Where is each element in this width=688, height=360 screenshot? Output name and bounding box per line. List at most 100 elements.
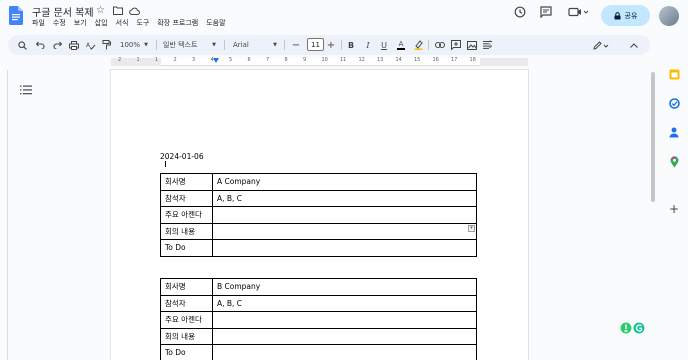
star-icon[interactable]: ☆ — [94, 4, 107, 17]
table-row[interactable]: To Do — [160, 344, 477, 360]
table-cell-label[interactable]: 회의 내용 — [160, 327, 213, 345]
menu-tools[interactable]: 도구 — [136, 18, 149, 28]
undo-icon[interactable] — [35, 38, 45, 52]
increase-font-size-icon[interactable]: + — [326, 38, 336, 52]
table-row[interactable]: 주요 아젠다 — [160, 311, 477, 329]
table-cell-value[interactable] — [212, 327, 477, 345]
table-cell-label[interactable]: 회사명 — [160, 173, 213, 191]
cell-options-icon[interactable]: ▾ — [468, 225, 475, 232]
table-cell-label[interactable]: To Do — [160, 344, 213, 360]
toolbar-divider — [156, 40, 157, 50]
menu-help[interactable]: 도움말 — [206, 18, 225, 28]
ruler-number: 5 — [229, 57, 233, 63]
insert-image-icon[interactable] — [466, 38, 477, 52]
search-menus-icon[interactable] — [17, 38, 27, 52]
indent-marker[interactable] — [213, 58, 219, 63]
table-cell-label[interactable]: 주요 아젠다 — [160, 311, 213, 329]
redo-icon[interactable] — [52, 38, 62, 52]
collapse-menus-icon[interactable] — [629, 38, 639, 52]
title-bar: 구글 문서 복제 ☆ 파일 수정 보기 삽입 서식 도구 확장 프로그램 도움말… — [0, 0, 688, 34]
docs-logo-icon[interactable] — [9, 6, 23, 25]
table-cell-label[interactable]: 회의 내용 — [160, 222, 213, 240]
table-row[interactable]: 참석자 A, B, C — [160, 294, 477, 312]
document-page[interactable]: 2024-01-06 회사명 A Company 참석자 A, B, C 주요 … — [111, 70, 528, 360]
menu-format[interactable]: 서식 — [116, 18, 129, 28]
menu-edit[interactable]: 수정 — [53, 18, 66, 28]
zoom-chevron-icon[interactable]: ▼ — [143, 38, 149, 52]
table-cell-label[interactable]: 참석자 — [160, 294, 213, 312]
italic-icon[interactable]: I — [363, 38, 373, 52]
insert-link-icon[interactable] — [434, 38, 445, 52]
vertical-scrollbar[interactable] — [650, 70, 656, 360]
table-cell-label[interactable]: 회사명 — [160, 278, 213, 296]
editing-mode-icon[interactable] — [593, 38, 609, 52]
table-cell-label[interactable]: 주요 아젠다 — [160, 206, 213, 224]
bold-icon[interactable]: B — [346, 38, 356, 52]
style-select[interactable]: 일반 텍스트 — [163, 38, 203, 52]
font-select[interactable]: Arial — [233, 38, 267, 52]
version-history-icon[interactable] — [513, 5, 527, 19]
meeting-table[interactable]: 회사명 B Company 참석자 A, B, C 주요 아젠다 회의 내용 T… — [160, 278, 477, 360]
share-button[interactable]: 공유 — [601, 5, 650, 26]
table-row[interactable]: 회사명 A Company — [160, 173, 477, 191]
meeting-table[interactable]: 회사명 A Company 참석자 A, B, C 주요 아젠다 회의 내용 T… — [160, 173, 477, 257]
menu-view[interactable]: 보기 — [74, 18, 87, 28]
table-cell-label[interactable]: 참석자 — [160, 189, 213, 207]
account-avatar[interactable] — [659, 6, 679, 26]
table-cell-value[interactable] — [212, 222, 477, 240]
table-cell-value[interactable] — [212, 344, 477, 360]
table-row[interactable]: 주요 아젠다 — [160, 206, 477, 224]
document-outline-icon[interactable] — [20, 80, 32, 95]
table-cell-label[interactable]: To Do — [160, 239, 213, 257]
more-options-icon[interactable]: ⋮ — [486, 38, 495, 52]
text-color-icon[interactable]: A — [396, 38, 406, 52]
ruler-number: 7 — [266, 57, 270, 63]
tasks-icon[interactable] — [668, 97, 680, 109]
meeting-date[interactable]: 2024-01-06 — [160, 152, 204, 161]
contacts-icon[interactable] — [668, 126, 680, 138]
style-chevron-icon[interactable]: ▼ — [211, 38, 217, 52]
ruler-number: 17 — [451, 57, 458, 63]
table-cell-value[interactable]: A, B, C — [212, 189, 477, 207]
ruler-number: 12 — [358, 57, 365, 63]
paint-format-icon[interactable] — [101, 38, 111, 52]
table-cell-value[interactable]: A Company — [212, 173, 477, 191]
scroll-thumb[interactable] — [651, 72, 655, 202]
ruler-number: 1 — [136, 57, 140, 63]
table-cell-value[interactable] — [212, 311, 477, 329]
zoom-select[interactable]: 100% — [118, 38, 142, 52]
cloud-status-icon[interactable] — [128, 4, 141, 17]
get-add-ons-icon[interactable]: + — [668, 202, 680, 216]
table-cell-value[interactable] — [212, 206, 477, 224]
move-folder-icon[interactable] — [111, 4, 124, 17]
toolbar-divider — [341, 40, 342, 50]
ruler-right-margin[interactable] — [480, 58, 528, 66]
table-row[interactable]: 참석자 A, B, C — [160, 189, 477, 207]
menu-insert[interactable]: 삽입 — [95, 18, 108, 28]
comments-icon[interactable] — [539, 5, 553, 19]
maps-icon[interactable] — [668, 156, 680, 168]
add-comment-icon[interactable] — [450, 38, 461, 52]
grammar-assistant-icon[interactable] — [619, 320, 647, 336]
font-chevron-icon[interactable]: ▼ — [272, 38, 278, 52]
table-row[interactable]: 회사명 B Company — [160, 278, 477, 296]
menu-extensions[interactable]: 확장 프로그램 — [157, 18, 198, 28]
formatting-toolbar: A 100% ▼ 일반 텍스트 ▼ Arial ▼ − 11 + B I U A… — [8, 35, 650, 55]
document-title[interactable]: 구글 문서 복제 — [32, 4, 94, 19]
ruler-number: 15 — [414, 57, 421, 63]
table-cell-value[interactable]: B Company — [212, 278, 477, 296]
highlight-color-icon[interactable] — [413, 38, 423, 52]
menu-file[interactable]: 파일 — [32, 18, 45, 28]
font-size-input[interactable]: 11 — [307, 38, 324, 51]
table-row[interactable]: 회의 내용 — [160, 222, 477, 240]
table-cell-value[interactable] — [212, 239, 477, 257]
table-row[interactable]: 회의 내용 — [160, 327, 477, 345]
underline-icon[interactable]: U — [379, 38, 389, 52]
meet-icon[interactable] — [567, 5, 589, 19]
decrease-font-size-icon[interactable]: − — [291, 38, 301, 52]
table-cell-value[interactable]: A, B, C — [212, 294, 477, 312]
calendar-icon[interactable] — [668, 68, 680, 80]
table-row[interactable]: To Do — [160, 239, 477, 257]
spellcheck-icon[interactable]: A — [85, 38, 96, 52]
print-icon[interactable] — [68, 38, 79, 52]
